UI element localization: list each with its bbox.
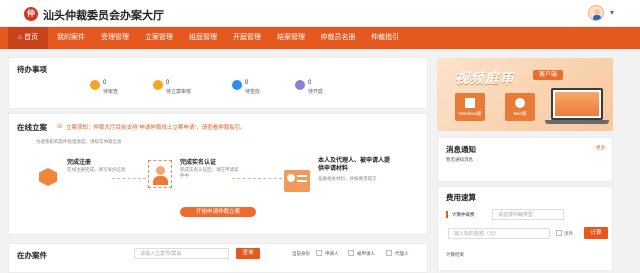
laptop-illustration [551,88,603,120]
role-label: 申请人 [325,251,339,256]
todo-title: 待办事项 [17,65,47,74]
step-desc: 在线注册完成，填写身份信息 [67,167,126,172]
nav-hearing[interactable]: 开庭管理 [226,27,268,49]
calculate-button[interactable]: 计算 [584,227,608,239]
step-connector [112,178,146,179]
document-icon [90,80,100,90]
nav-accept[interactable]: 受理管理 [94,27,136,49]
step-connector [232,178,282,179]
chat-icon [232,80,242,90]
identity-label: 当前身份 [292,251,310,256]
cases-title: 在办案件 [17,251,47,260]
foreign-label: 涉外 [564,231,573,236]
top-bar: 仲 汕头仲裁委员会办案大厅 ▾ [0,0,640,27]
nav-tribunal[interactable]: 组庭管理 [182,27,224,49]
step-desc: 完成实名认证后，请在申请案件中 [180,167,239,178]
todo-panel [8,57,428,109]
nav-arbitrators[interactable]: 仲裁员名册 [314,27,362,49]
client-badge: 客户端 [533,70,563,80]
gavel-icon [295,80,305,90]
nav-guide[interactable]: 仲裁指引 [364,27,406,49]
more-link[interactable]: 更多 [596,145,605,151]
foreign-checkbox[interactable] [556,230,562,236]
messages-title: 消息通知 [446,145,476,154]
start-filing-button[interactable]: 开始申请仲裁立案 [180,207,256,217]
avatar[interactable] [588,5,604,21]
home-icon: ⌂ [17,34,23,41]
chevron-down-icon[interactable]: ▾ [610,8,614,17]
site-title: 汕头仲裁委员会办案大厅 [43,10,164,22]
required-marker [446,211,448,218]
todo-label[interactable]: 待签收 [245,88,260,95]
arbitration-type-select[interactable]: 请选择仲裁类型 [492,209,564,220]
filing-hint: 为避免影响案件处理进度，请核实仲裁信息 [36,139,122,144]
case-search-input[interactable]: 请输入立案号/案由 [134,248,229,259]
role-label: 代理人 [395,251,409,256]
file-icon [284,170,310,192]
step-desc: 准备相关材料，并按要求提交 [318,176,377,181]
todo-count[interactable]: 0 [103,80,106,86]
verify-icon [148,160,172,188]
message-item[interactable]: 暂无通知消息 [446,157,473,163]
user-icon [153,80,163,90]
role-checkbox[interactable] [348,250,354,256]
role-checkbox[interactable] [316,250,322,256]
phone-icon: ☏ [56,124,64,130]
windows-icon [465,98,475,108]
amount-input[interactable]: 输入标的金额（元） [448,228,550,239]
logo: 仲 [24,7,38,21]
step-title: 本人及代理人、被申请人提供申请材料 [318,158,391,172]
apple-icon [515,98,525,108]
windows-download-button[interactable]: Windows版 [455,93,485,121]
todo-label[interactable]: 待审查 [103,88,118,95]
nav-close[interactable]: 结案管理 [270,27,312,49]
banner-title: 视频庭审 [455,70,515,86]
role-checkbox[interactable] [386,250,392,256]
todo-count[interactable]: 0 [245,80,248,86]
todo-count[interactable]: 0 [308,80,311,86]
role-label: 被申请人 [357,251,375,256]
search-button[interactable]: 查询 [236,248,260,259]
filing-notice: 立案须知：仲裁大厅目前支持“申请仲裁线上立案申请”，请查看仲裁指引。 [66,125,246,131]
nav-home[interactable]: ⌂ 首页 [8,27,48,49]
fee-label: 计算仲裁费 [452,212,475,217]
video-trial-banner[interactable]: 视频庭审 客户端 Windows版 Mac版 [437,58,613,131]
step-title: 完成实名认证 [180,160,217,166]
mac-download-button[interactable]: Mac版 [505,93,535,121]
nav-filing[interactable]: 立案管理 [138,27,180,49]
todo-label[interactable]: 待立案审核 [166,88,191,95]
main-nav: ⌂ 首页 我的案件 受理管理 立案管理 组庭管理 开庭管理 结案管理 仲裁员名册… [0,27,640,49]
fee-title: 费用速算 [446,193,476,202]
todo-count[interactable]: 0 [166,80,169,86]
todo-label[interactable]: 待开庭 [308,88,323,95]
step-title: 完成注册 [67,160,92,166]
nav-my-cases[interactable]: 我的案件 [50,27,92,49]
online-title: 在线立案 [17,123,47,132]
result-label: 计算结果 [446,252,464,257]
